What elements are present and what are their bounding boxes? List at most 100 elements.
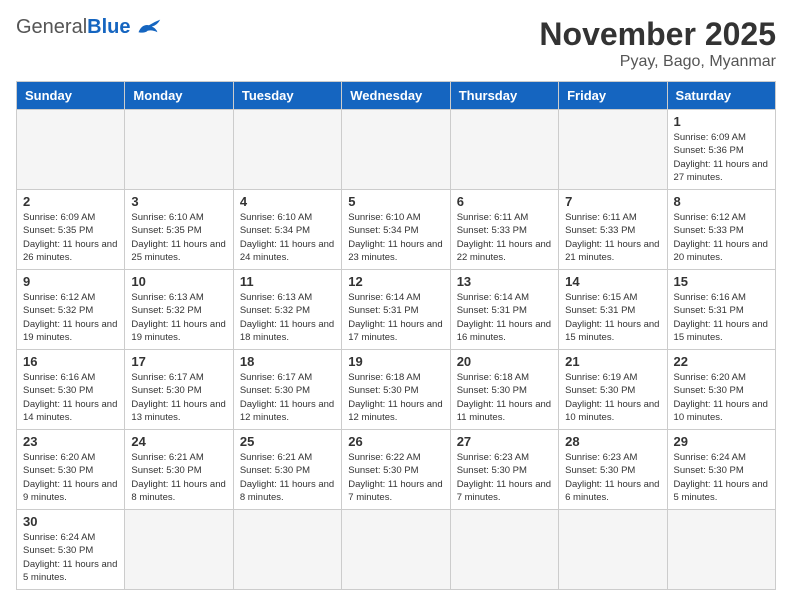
day-header-sunday: Sunday — [17, 82, 125, 110]
calendar-week-3: 9 Sunrise: 6:12 AM Sunset: 5:32 PM Daylig… — [17, 270, 776, 350]
calendar-cell: 9 Sunrise: 6:12 AM Sunset: 5:32 PM Daylig… — [17, 270, 125, 350]
day-header-wednesday: Wednesday — [342, 82, 450, 110]
calendar-cell — [17, 110, 125, 190]
day-info: Sunrise: 6:21 AM Sunset: 5:30 PM Dayligh… — [240, 451, 335, 504]
logo: General Blue — [16, 16, 163, 39]
calendar-cell: 12 Sunrise: 6:14 AM Sunset: 5:31 PM Dayli… — [342, 270, 450, 350]
calendar-cell: 21Sunrise: 6:19 AM Sunset: 5:30 PM Dayli… — [559, 350, 667, 430]
day-info: Sunrise: 6:09 AM Sunset: 5:36 PM Dayligh… — [674, 131, 769, 184]
day-number: 15 — [674, 274, 769, 289]
calendar-week-6: 30 Sunrise: 6:24 AM Sunset: 5:30 PM Dayli… — [17, 510, 776, 590]
calendar-cell — [233, 510, 341, 590]
calendar-cell: 22 Sunrise: 6:20 AM Sunset: 5:30 PM Dayli… — [667, 350, 775, 430]
day-info: Sunrise: 6:15 AM Sunset: 5:31 PM Dayligh… — [565, 291, 660, 344]
day-number: 24 — [131, 434, 226, 449]
calendar-cell: 14 Sunrise: 6:15 AM Sunset: 5:31 PM Dayli… — [559, 270, 667, 350]
day-info: Sunrise: 6:12 AM Sunset: 5:33 PM Dayligh… — [674, 211, 769, 264]
calendar-cell — [125, 510, 233, 590]
calendar-cell — [233, 110, 341, 190]
title-area: November 2025 Pyay, Bago, Myanmar — [539, 16, 776, 71]
day-number: 1 — [674, 114, 769, 129]
day-header-friday: Friday — [559, 82, 667, 110]
day-number: 11 — [240, 274, 335, 289]
day-number: 9 — [23, 274, 118, 289]
calendar-cell: 23Sunrise: 6:20 AM Sunset: 5:30 PM Dayli… — [17, 430, 125, 510]
calendar-cell: 1 Sunrise: 6:09 AM Sunset: 5:36 PM Daylig… — [667, 110, 775, 190]
calendar-cell: 27Sunrise: 6:23 AM Sunset: 5:30 PM Dayli… — [450, 430, 558, 510]
day-info: Sunrise: 6:17 AM Sunset: 5:30 PM Dayligh… — [240, 371, 335, 424]
day-info: Sunrise: 6:16 AM Sunset: 5:30 PM Dayligh… — [23, 371, 118, 424]
day-number: 16 — [23, 354, 118, 369]
day-number: 12 — [348, 274, 443, 289]
logo-bird-icon — [135, 18, 163, 38]
day-header-tuesday: Tuesday — [233, 82, 341, 110]
day-info: Sunrise: 6:18 AM Sunset: 5:30 PM Dayligh… — [457, 371, 552, 424]
calendar-cell: 29 Sunrise: 6:24 AM Sunset: 5:30 PM Dayli… — [667, 430, 775, 510]
calendar-cell: 24 Sunrise: 6:21 AM Sunset: 5:30 PM Dayli… — [125, 430, 233, 510]
calendar-cell: 20 Sunrise: 6:18 AM Sunset: 5:30 PM Dayli… — [450, 350, 558, 430]
day-number: 2 — [23, 194, 118, 209]
calendar-cell: 19 Sunrise: 6:18 AM Sunset: 5:30 PM Dayli… — [342, 350, 450, 430]
day-number: 20 — [457, 354, 552, 369]
day-number: 26 — [348, 434, 443, 449]
calendar-cell: 15 Sunrise: 6:16 AM Sunset: 5:31 PM Dayli… — [667, 270, 775, 350]
day-info: Sunrise: 6:23 AM Sunset: 5:30 PM Dayligh… — [457, 451, 552, 504]
day-number: 22 — [674, 354, 769, 369]
calendar-cell: 7Sunrise: 6:11 AM Sunset: 5:33 PM Daylig… — [559, 190, 667, 270]
day-number: 4 — [240, 194, 335, 209]
day-number: 25 — [240, 434, 335, 449]
day-info: Sunrise: 6:14 AM Sunset: 5:31 PM Dayligh… — [348, 291, 443, 344]
day-info: Sunrise: 6:16 AM Sunset: 5:31 PM Dayligh… — [674, 291, 769, 344]
calendar-week-2: 2 Sunrise: 6:09 AM Sunset: 5:35 PM Daylig… — [17, 190, 776, 270]
day-info: Sunrise: 6:20 AM Sunset: 5:30 PM Dayligh… — [23, 451, 118, 504]
day-number: 14 — [565, 274, 660, 289]
day-info: Sunrise: 6:09 AM Sunset: 5:35 PM Dayligh… — [23, 211, 118, 264]
day-number: 3 — [131, 194, 226, 209]
calendar-cell — [450, 510, 558, 590]
day-info: Sunrise: 6:24 AM Sunset: 5:30 PM Dayligh… — [23, 531, 118, 584]
calendar-cell: 13 Sunrise: 6:14 AM Sunset: 5:31 PM Dayli… — [450, 270, 558, 350]
day-info: Sunrise: 6:24 AM Sunset: 5:30 PM Dayligh… — [674, 451, 769, 504]
calendar-cell: 5Sunrise: 6:10 AM Sunset: 5:34 PM Daylig… — [342, 190, 450, 270]
calendar-week-1: 1 Sunrise: 6:09 AM Sunset: 5:36 PM Daylig… — [17, 110, 776, 190]
day-number: 8 — [674, 194, 769, 209]
calendar-cell — [125, 110, 233, 190]
calendar-cell: 8 Sunrise: 6:12 AM Sunset: 5:33 PM Daylig… — [667, 190, 775, 270]
calendar-cell: 25 Sunrise: 6:21 AM Sunset: 5:30 PM Dayli… — [233, 430, 341, 510]
day-info: Sunrise: 6:21 AM Sunset: 5:30 PM Dayligh… — [131, 451, 226, 504]
calendar-cell — [559, 110, 667, 190]
day-number: 29 — [674, 434, 769, 449]
day-number: 21 — [565, 354, 660, 369]
day-header-saturday: Saturday — [667, 82, 775, 110]
calendar-week-4: 16 Sunrise: 6:16 AM Sunset: 5:30 PM Dayli… — [17, 350, 776, 430]
day-number: 30 — [23, 514, 118, 529]
day-info: Sunrise: 6:22 AM Sunset: 5:30 PM Dayligh… — [348, 451, 443, 504]
day-info: Sunrise: 6:14 AM Sunset: 5:31 PM Dayligh… — [457, 291, 552, 344]
calendar-cell: 28Sunrise: 6:23 AM Sunset: 5:30 PM Dayli… — [559, 430, 667, 510]
logo-general-text: General — [16, 16, 87, 39]
page-header: General Blue November 2025 Pyay, Bago, M… — [16, 16, 776, 71]
day-info: Sunrise: 6:20 AM Sunset: 5:30 PM Dayligh… — [674, 371, 769, 424]
day-number: 6 — [457, 194, 552, 209]
calendar-week-5: 23Sunrise: 6:20 AM Sunset: 5:30 PM Dayli… — [17, 430, 776, 510]
calendar-table: SundayMondayTuesdayWednesdayThursdayFrid… — [16, 81, 776, 590]
day-info: Sunrise: 6:17 AM Sunset: 5:30 PM Dayligh… — [131, 371, 226, 424]
day-header-monday: Monday — [125, 82, 233, 110]
calendar-cell: 30 Sunrise: 6:24 AM Sunset: 5:30 PM Dayli… — [17, 510, 125, 590]
day-number: 10 — [131, 274, 226, 289]
day-number: 13 — [457, 274, 552, 289]
day-info: Sunrise: 6:23 AM Sunset: 5:30 PM Dayligh… — [565, 451, 660, 504]
day-info: Sunrise: 6:12 AM Sunset: 5:32 PM Dayligh… — [23, 291, 118, 344]
calendar-header-row: SundayMondayTuesdayWednesdayThursdayFrid… — [17, 82, 776, 110]
day-info: Sunrise: 6:11 AM Sunset: 5:33 PM Dayligh… — [565, 211, 660, 264]
day-info: Sunrise: 6:13 AM Sunset: 5:32 PM Dayligh… — [240, 291, 335, 344]
day-info: Sunrise: 6:18 AM Sunset: 5:30 PM Dayligh… — [348, 371, 443, 424]
calendar-cell: 17Sunrise: 6:17 AM Sunset: 5:30 PM Dayli… — [125, 350, 233, 430]
day-info: Sunrise: 6:11 AM Sunset: 5:33 PM Dayligh… — [457, 211, 552, 264]
calendar-cell — [559, 510, 667, 590]
day-info: Sunrise: 6:13 AM Sunset: 5:32 PM Dayligh… — [131, 291, 226, 344]
day-number: 19 — [348, 354, 443, 369]
day-number: 5 — [348, 194, 443, 209]
day-header-thursday: Thursday — [450, 82, 558, 110]
calendar-cell — [342, 110, 450, 190]
